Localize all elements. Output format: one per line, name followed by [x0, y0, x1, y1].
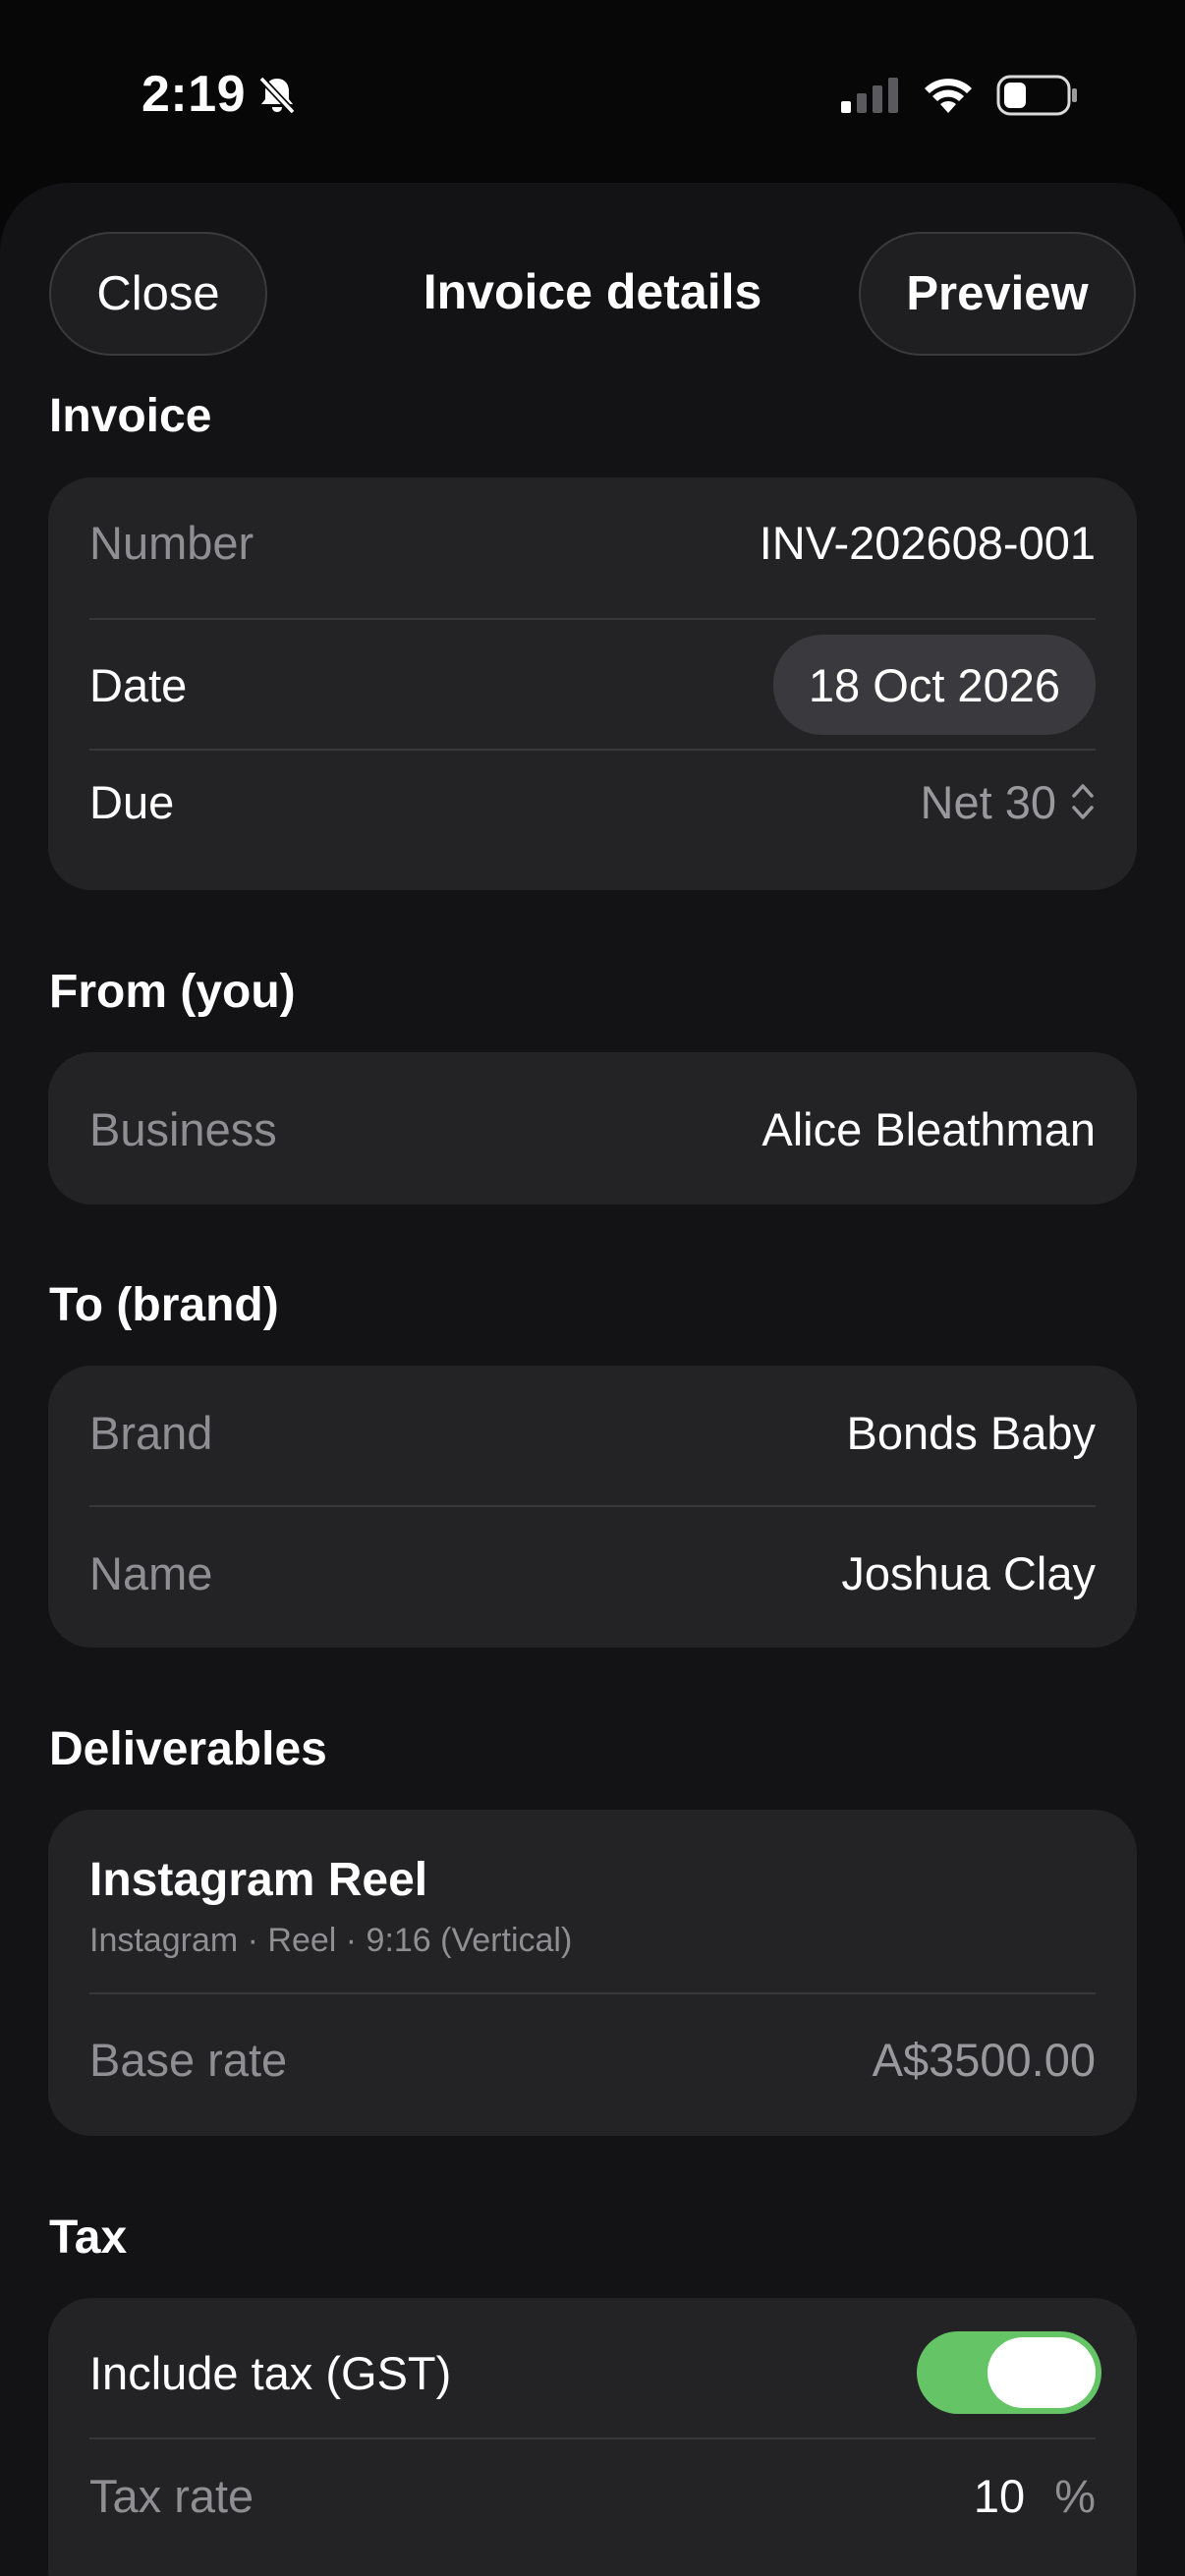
divider — [89, 2437, 1096, 2439]
invoice-date-label: Date — [89, 658, 188, 711]
preview-button[interactable]: Preview — [859, 232, 1136, 356]
battery-icon — [996, 75, 1077, 116]
invoice-date-picker[interactable]: 18 Oct 2026 — [772, 635, 1096, 735]
bell-slash-icon — [258, 76, 296, 115]
brand-label: Brand — [89, 1406, 213, 1459]
deliverables-card: Instagram Reel Instagram · Reel · 9:16 (… — [48, 1810, 1137, 2136]
invoice-number-label: Number — [89, 516, 254, 569]
section-title-from: From (you) — [49, 966, 296, 1018]
business-row: Business Alice Bleathman — [89, 1101, 1096, 1156]
base-rate-row: Base rate A$3500.00 — [89, 2032, 1096, 2087]
status-bar: 2:19 — [0, 0, 1185, 182]
chevron-up-down-icon — [1072, 784, 1094, 819]
status-time: 2:19 — [141, 65, 299, 124]
brand-value[interactable]: Bonds Baby — [847, 1406, 1096, 1460]
tax-rate-field[interactable]: 10 % — [974, 2469, 1096, 2523]
section-title-invoice: Invoice — [49, 390, 212, 442]
section-title-to: To (brand) — [49, 1279, 279, 1331]
invoice-date-row: Date 18 Oct 2026 — [89, 635, 1096, 735]
tax-rate-label: Tax rate — [89, 2469, 254, 2522]
include-tax-label: Include tax (GST) — [89, 2346, 452, 2399]
divider — [89, 1505, 1096, 1507]
to-card: Brand Bonds Baby Name Joshua Clay — [48, 1366, 1137, 1648]
contact-name-value[interactable]: Joshua Clay — [841, 1546, 1096, 1600]
divider — [89, 1992, 1096, 1994]
invoice-number-value[interactable]: INV-202608-001 — [760, 516, 1096, 570]
base-rate-value: A$3500.00 — [872, 2033, 1096, 2086]
business-label: Business — [89, 1102, 277, 1155]
cellular-signal-icon — [841, 78, 898, 113]
tax-rate-unit: % — [1054, 2469, 1096, 2522]
tax-card: Include tax (GST) Tax rate 10 % — [48, 2298, 1137, 2576]
from-card: Business Alice Bleathman — [48, 1052, 1137, 1204]
invoice-due-row: Due Net 30 — [89, 774, 1096, 829]
deliverable-subtitle: Instagram · Reel · 9:16 (Vertical) — [89, 1922, 573, 1959]
toggle-knob — [988, 2337, 1096, 2408]
brand-row: Brand Bonds Baby — [89, 1405, 1096, 1460]
divider — [89, 618, 1096, 620]
tax-rate-input[interactable]: 10 — [974, 2469, 1025, 2523]
status-time-text: 2:19 — [141, 66, 247, 123]
deliverable-title[interactable]: Instagram Reel — [89, 1853, 427, 1907]
invoice-due-label: Due — [89, 775, 175, 828]
include-tax-row: Include tax (GST) — [89, 2331, 1101, 2414]
invoice-card: Number INV-202608-001 Date 18 Oct 2026 D… — [48, 477, 1137, 890]
base-rate-label: Base rate — [89, 2033, 288, 2086]
include-tax-toggle[interactable] — [917, 2331, 1101, 2414]
invoice-due-value: Net 30 — [920, 775, 1056, 828]
wifi-icon — [925, 79, 972, 113]
invoice-due-select[interactable]: Net 30 — [921, 775, 1096, 829]
contact-name-label: Name — [89, 1546, 213, 1599]
tax-rate-row: Tax rate 10 % — [89, 2468, 1096, 2523]
divider — [89, 749, 1096, 751]
invoice-number-row: Number INV-202608-001 — [89, 515, 1096, 570]
status-icons — [841, 75, 1079, 116]
contact-name-row: Name Joshua Clay — [89, 1545, 1096, 1600]
screen: 2:19 Close Invoice details Preview Invoi… — [0, 0, 1185, 2576]
section-title-deliverables: Deliverables — [49, 1723, 327, 1775]
section-title-tax: Tax — [49, 2212, 128, 2264]
business-value[interactable]: Alice Bleathman — [762, 1102, 1096, 1156]
